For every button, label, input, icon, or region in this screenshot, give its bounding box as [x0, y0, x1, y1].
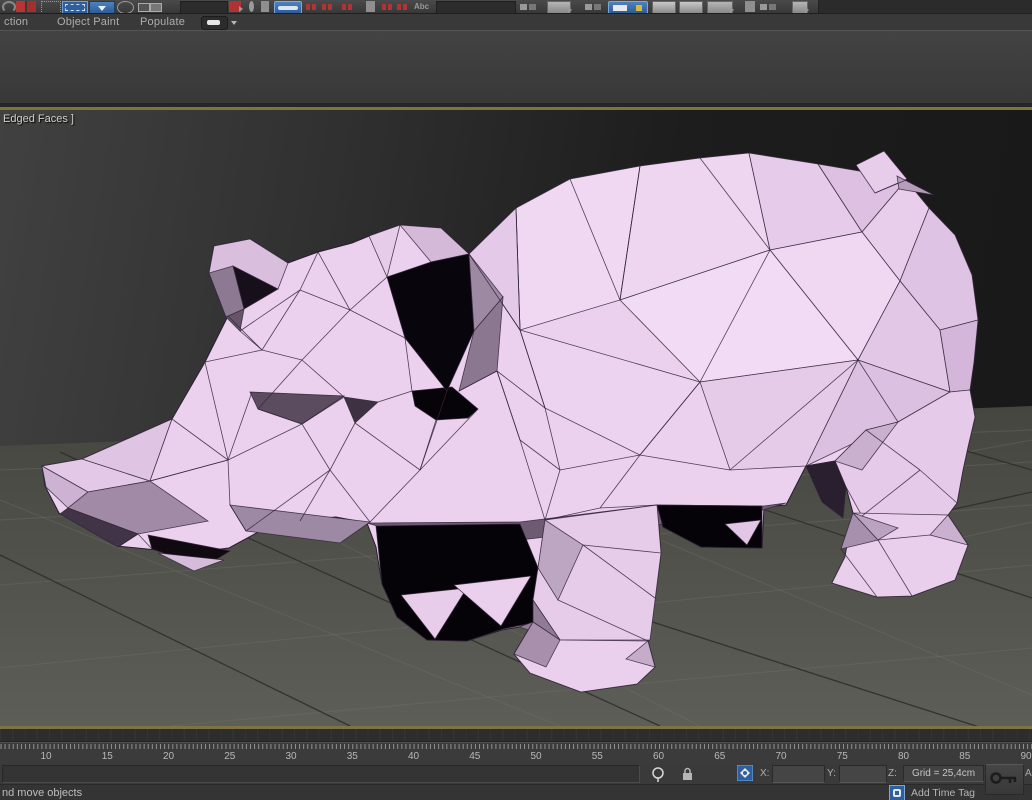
material-editor-icon[interactable] — [707, 1, 733, 13]
coordinate-system-field[interactable] — [180, 1, 228, 13]
frame-number: 20 — [163, 751, 174, 762]
ribbon-panel — [0, 30, 1032, 104]
render-icon[interactable] — [792, 1, 808, 13]
y-coordinate-input[interactable] — [839, 765, 887, 783]
circle-selection-icon[interactable] — [117, 1, 134, 13]
frame-number: 40 — [408, 751, 419, 762]
y-label: Y: — [827, 768, 836, 779]
named-selection-field[interactable] — [436, 1, 516, 13]
lock-icon[interactable] — [681, 767, 694, 782]
main-toolbar: Abc — [0, 0, 1032, 13]
chevron-down-icon[interactable] — [231, 21, 237, 28]
tab-populate[interactable]: Populate — [140, 16, 185, 28]
frame-number: 60 — [653, 751, 664, 762]
time-tag-icon[interactable] — [889, 785, 905, 800]
status-row: X: Y: Z: Grid = 25,4cm — [0, 764, 1032, 784]
coordinate-display-icon[interactable] — [737, 765, 753, 781]
set-key-button[interactable] — [985, 764, 1024, 795]
viewport-shading-label[interactable]: Edged Faces ] — [3, 113, 74, 125]
tab-selection[interactable]: ction — [4, 16, 28, 28]
frame-number: 25 — [224, 751, 235, 762]
frame-number: 90 — [1020, 751, 1031, 762]
frame-number: 45 — [469, 751, 480, 762]
undo-icon[interactable] — [2, 1, 16, 13]
mirror-icon[interactable] — [520, 1, 537, 12]
dot-icon[interactable] — [249, 1, 254, 12]
frame-number: 30 — [285, 751, 296, 762]
snap-pair-icon[interactable] — [397, 1, 410, 12]
layer-manager-icon[interactable] — [585, 1, 599, 12]
isolate-selection-icon[interactable] — [651, 766, 665, 783]
align-icon[interactable] — [547, 1, 571, 13]
track-bar-ruler[interactable]: 10 15 20 25 30 35 40 45 50 55 60 65 70 75 80 85 90 — [0, 742, 1032, 765]
frame-number: 55 — [592, 751, 603, 762]
frame-number: 65 — [714, 751, 725, 762]
ribbon-toggle-icon[interactable] — [608, 1, 648, 13]
snap-25d-icon[interactable] — [322, 1, 336, 12]
auto-key-partial-label[interactable]: A — [1025, 768, 1032, 779]
spinner-snap-icon[interactable] — [366, 1, 375, 12]
x-label: X: — [760, 768, 769, 779]
window-crossing-icon[interactable] — [138, 1, 162, 12]
frame-number: 35 — [347, 751, 358, 762]
ruler-ticks — [0, 743, 1032, 764]
selection-region-icon[interactable] — [41, 1, 61, 13]
ribbon-tab-row: ction Object Paint Populate — [0, 13, 1032, 31]
curve-editor-icon[interactable] — [652, 1, 676, 13]
select-move-icon[interactable] — [274, 1, 302, 13]
snap-toggle-icon[interactable] — [229, 1, 241, 12]
status-panel-field — [2, 765, 640, 783]
application-window: Abc ction Object Paint Populate Edged Fa… — [0, 0, 1032, 800]
rendered-frame-icon[interactable] — [760, 1, 782, 12]
prompt-line: nd move objects — [2, 787, 82, 799]
frame-number: 75 — [837, 751, 848, 762]
frame-number: 50 — [530, 751, 541, 762]
named-sets-icon[interactable]: Abc — [414, 1, 432, 12]
selection-filter-icon[interactable] — [89, 1, 115, 13]
square-icon[interactable] — [261, 1, 269, 12]
key-icon — [986, 765, 1021, 792]
snap-2d-icon[interactable] — [306, 1, 317, 12]
x-coordinate-input[interactable] — [772, 765, 825, 783]
frame-number: 70 — [775, 751, 786, 762]
add-time-tag[interactable]: Add Time Tag — [911, 787, 975, 799]
z-label: Z: — [888, 768, 897, 779]
frame-number: 85 — [959, 751, 970, 762]
frame-number: 80 — [898, 751, 909, 762]
render-setup-icon[interactable] — [745, 1, 755, 12]
ribbon-minimize-button[interactable] — [201, 16, 228, 30]
time-slider-track[interactable] — [0, 729, 1032, 742]
prompt-row: nd move objects Add Time Tag — [0, 784, 1032, 800]
grid-size-display: Grid = 25,4cm — [903, 765, 984, 782]
rectangular-selection-icon[interactable] — [62, 1, 88, 13]
select-link-icon[interactable] — [16, 1, 36, 12]
frame-number: 10 — [40, 751, 51, 762]
schematic-view-icon[interactable] — [679, 1, 703, 13]
percent-snap-icon[interactable] — [382, 1, 393, 12]
toolbar-surface: Abc — [0, 0, 819, 13]
angle-snap-icon[interactable] — [342, 1, 358, 12]
tab-object-paint[interactable]: Object Paint — [57, 16, 119, 28]
frame-number: 15 — [102, 751, 113, 762]
viewport-svg — [0, 110, 1032, 726]
viewport[interactable]: Edged Faces ] — [0, 110, 1032, 726]
